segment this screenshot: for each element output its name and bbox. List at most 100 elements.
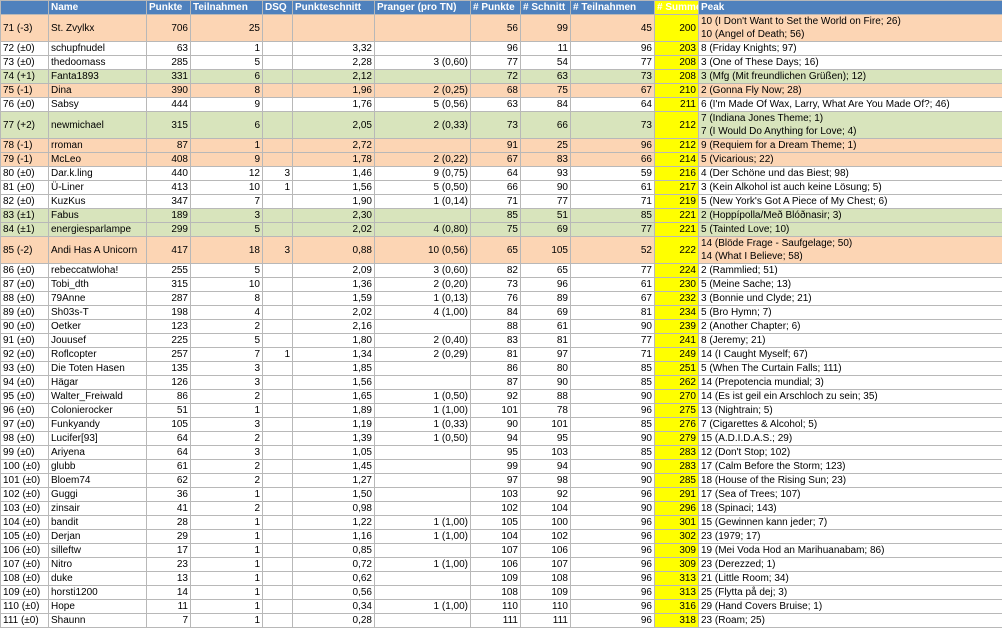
rank-cell[interactable]: 108 (±0) — [0, 571, 49, 586]
rank-teilnahmen-cell[interactable]: 71 — [570, 347, 655, 362]
pranger-cell[interactable]: 1 (1,00) — [374, 403, 471, 418]
rank-cell[interactable]: 89 (±0) — [0, 305, 49, 320]
pranger-cell[interactable]: 2 (0,40) — [374, 333, 471, 348]
name-cell[interactable]: Oetker — [48, 319, 147, 334]
header-name[interactable]: Name — [48, 0, 147, 15]
punkteschnitt-cell[interactable]: 0,88 — [292, 236, 375, 264]
rank-punkte-cell[interactable]: 109 — [470, 571, 521, 586]
table-row[interactable]: 86 (±0) rebeccatwloha! 255 5 2,09 3 (0,60) 82 6… — [0, 263, 1002, 278]
table-row[interactable]: 77 (+2) newmichael 315 6 2,05 2 (0,33) 73 66 73 2… — [0, 111, 1002, 139]
dsq-cell[interactable] — [262, 403, 293, 418]
name-cell[interactable]: Lucifer[93] — [48, 431, 147, 446]
dsq-cell[interactable] — [262, 431, 293, 446]
header-peak[interactable]: Peak — [698, 0, 1002, 15]
punkte-cell[interactable]: 7 — [146, 613, 191, 628]
teilnahmen-cell[interactable]: 2 — [190, 319, 263, 334]
peak-cell[interactable]: 21 (Little Room; 34) — [698, 571, 1002, 586]
peak-cell[interactable]: 23 (1979; 17) — [698, 529, 1002, 544]
rank-schnitt-cell[interactable]: 69 — [520, 305, 571, 320]
summe-cell[interactable]: 275 — [654, 403, 699, 418]
rank-cell[interactable]: 77 (+2) — [0, 111, 49, 139]
peak-cell[interactable]: 7 (Indiana Jones Theme; 1) 7 (I Would Do … — [698, 111, 1002, 139]
name-cell[interactable]: Funkyandy — [48, 417, 147, 432]
dsq-cell[interactable] — [262, 194, 293, 209]
teilnahmen-cell[interactable]: 5 — [190, 55, 263, 70]
dsq-cell[interactable] — [262, 445, 293, 460]
rank-punkte-cell[interactable]: 65 — [470, 236, 521, 264]
rank-schnitt-cell[interactable]: 110 — [520, 599, 571, 614]
rank-schnitt-cell[interactable]: 83 — [520, 152, 571, 167]
punkte-cell[interactable]: 17 — [146, 543, 191, 558]
pranger-cell[interactable]: 1 (0,50) — [374, 431, 471, 446]
dsq-cell[interactable] — [262, 501, 293, 516]
rank-teilnahmen-cell[interactable]: 96 — [570, 515, 655, 530]
rank-cell[interactable]: 88 (±0) — [0, 291, 49, 306]
teilnahmen-cell[interactable]: 4 — [190, 305, 263, 320]
punkteschnitt-cell[interactable]: 2,30 — [292, 208, 375, 223]
rank-schnitt-cell[interactable]: 102 — [520, 529, 571, 544]
header-punkteschnitt[interactable]: Punkteschnitt — [292, 0, 375, 15]
peak-cell[interactable]: 8 (Friday Knights; 97) — [698, 41, 1002, 56]
pranger-cell[interactable]: 1 (1,00) — [374, 599, 471, 614]
teilnahmen-cell[interactable]: 1 — [190, 487, 263, 502]
dsq-cell[interactable] — [262, 319, 293, 334]
name-cell[interactable]: Colonierocker — [48, 403, 147, 418]
rank-schnitt-cell[interactable]: 88 — [520, 389, 571, 404]
dsq-cell[interactable] — [262, 208, 293, 223]
punkteschnitt-cell[interactable]: 1,27 — [292, 473, 375, 488]
punkte-cell[interactable]: 285 — [146, 55, 191, 70]
rank-cell[interactable]: 85 (-2) — [0, 236, 49, 264]
rank-teilnahmen-cell[interactable]: 90 — [570, 431, 655, 446]
rank-teilnahmen-cell[interactable]: 73 — [570, 111, 655, 139]
name-cell[interactable]: Sh03s-T — [48, 305, 147, 320]
dsq-cell[interactable] — [262, 389, 293, 404]
punkte-cell[interactable]: 28 — [146, 515, 191, 530]
name-cell[interactable]: zinsair — [48, 501, 147, 516]
rank-cell[interactable]: 91 (±0) — [0, 333, 49, 348]
punkte-cell[interactable]: 11 — [146, 599, 191, 614]
rank-schnitt-cell[interactable]: 11 — [520, 41, 571, 56]
rank-cell[interactable]: 99 (±0) — [0, 445, 49, 460]
summe-cell[interactable]: 214 — [654, 152, 699, 167]
summe-cell[interactable]: 241 — [654, 333, 699, 348]
rank-cell[interactable]: 98 (±0) — [0, 431, 49, 446]
rank-teilnahmen-cell[interactable]: 67 — [570, 291, 655, 306]
punkteschnitt-cell[interactable]: 1,39 — [292, 431, 375, 446]
rank-teilnahmen-cell[interactable]: 81 — [570, 305, 655, 320]
punkte-cell[interactable]: 706 — [146, 14, 191, 42]
dsq-cell[interactable] — [262, 41, 293, 56]
table-row[interactable]: 107 (±0) Nitro 23 1 0,72 1 (1,00) 106 107 96 309 2… — [0, 557, 1002, 572]
table-row[interactable]: 111 (±0) Shaunn 7 1 0,28 111 111 96 318 23 (Roam;… — [0, 613, 1002, 628]
punkteschnitt-cell[interactable]: 1,46 — [292, 166, 375, 181]
name-cell[interactable]: newmichael — [48, 111, 147, 139]
pranger-cell[interactable]: 2 (0,25) — [374, 83, 471, 98]
pranger-cell[interactable]: 1 (0,13) — [374, 291, 471, 306]
summe-cell[interactable]: 216 — [654, 166, 699, 181]
pranger-cell[interactable] — [374, 138, 471, 153]
summe-cell[interactable]: 208 — [654, 55, 699, 70]
punkte-cell[interactable]: 29 — [146, 529, 191, 544]
rank-punkte-cell[interactable]: 76 — [470, 291, 521, 306]
rank-schnitt-cell[interactable]: 97 — [520, 347, 571, 362]
table-row[interactable]: 82 (±0) KuzKus 347 7 1,90 1 (0,14) 71 77 71 219 5 … — [0, 194, 1002, 209]
punkteschnitt-cell[interactable]: 1,59 — [292, 291, 375, 306]
teilnahmen-cell[interactable]: 6 — [190, 69, 263, 84]
punkte-cell[interactable]: 315 — [146, 111, 191, 139]
rank-punkte-cell[interactable]: 106 — [470, 557, 521, 572]
teilnahmen-cell[interactable]: 1 — [190, 138, 263, 153]
rank-cell[interactable]: 92 (±0) — [0, 347, 49, 362]
name-cell[interactable]: Ü-Liner — [48, 180, 147, 195]
rank-cell[interactable]: 109 (±0) — [0, 585, 49, 600]
dsq-cell[interactable] — [262, 543, 293, 558]
summe-cell[interactable]: 230 — [654, 277, 699, 292]
punkteschnitt-cell[interactable]: 0,62 — [292, 571, 375, 586]
peak-cell[interactable]: 19 (Mei Voda Hod an Marihuanabam; 86) — [698, 543, 1002, 558]
table-row[interactable]: 109 (±0) horsti1200 14 1 0,56 108 109 96 313 25 (… — [0, 585, 1002, 600]
peak-cell[interactable]: 17 (Sea of Trees; 107) — [698, 487, 1002, 502]
rank-cell[interactable]: 95 (±0) — [0, 389, 49, 404]
rank-schnitt-cell[interactable]: 101 — [520, 417, 571, 432]
table-row[interactable]: 95 (±0) Walter_Freiwald 86 2 1,65 1 (0,50) 92 8… — [0, 389, 1002, 404]
rank-teilnahmen-cell[interactable]: 96 — [570, 613, 655, 628]
rank-cell[interactable]: 84 (±1) — [0, 222, 49, 237]
peak-cell[interactable]: 14 (Blöde Frage - Saufgelage; 50) 14 (Wha… — [698, 236, 1002, 264]
